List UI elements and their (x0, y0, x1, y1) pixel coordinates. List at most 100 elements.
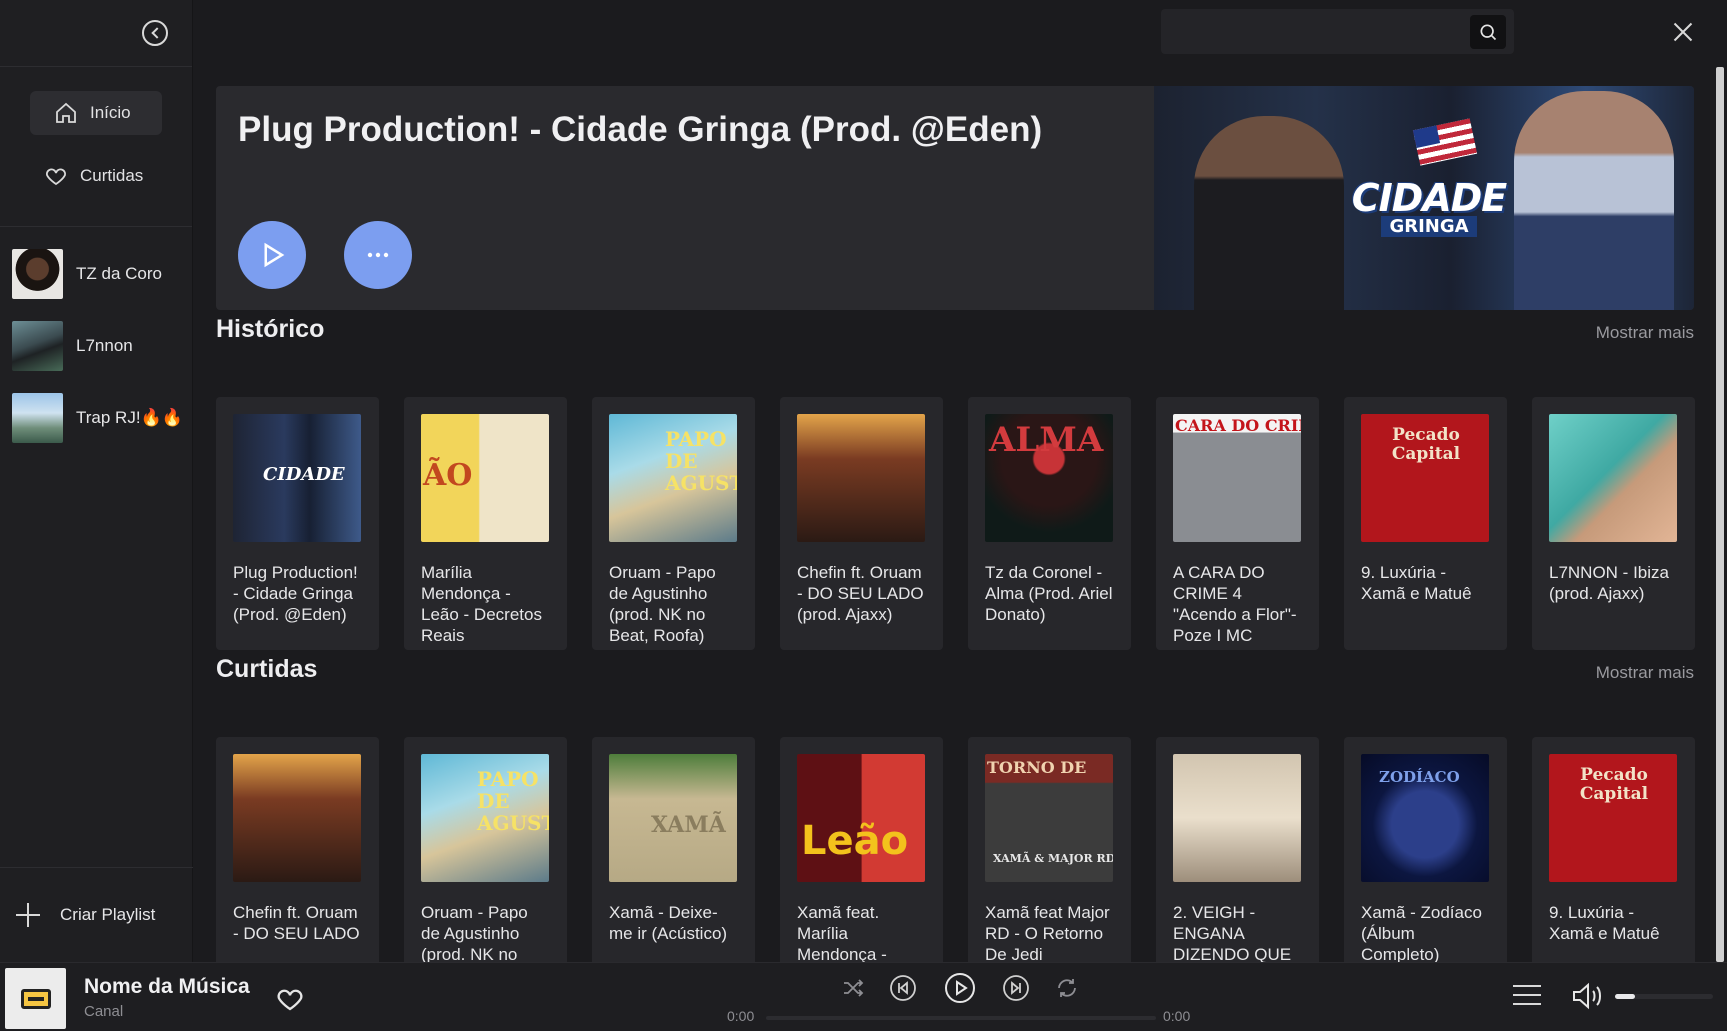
sidebar-artist-l7nnon[interactable]: L7nnon (0, 321, 192, 371)
cover-text: Leão (801, 818, 909, 864)
cover-logo-text: CIDADE (1351, 175, 1507, 220)
shuffle-button[interactable] (838, 973, 868, 1003)
track-card[interactable]: Chefin ft. Oruam - DO SEU LADO (216, 737, 379, 962)
sidebar-item-inicio[interactable]: Início (30, 91, 162, 135)
sidebar-artist-list: TZ da Coro L7nnon Trap RJ!🔥🔥 (0, 227, 192, 443)
sidebar-header (0, 0, 192, 67)
cover-figure (1194, 116, 1344, 310)
historico-header: Histórico Mostrar mais (216, 315, 1694, 355)
time-total: 0:00 (1163, 1008, 1191, 1024)
track-card[interactable]: Pecado Capital 9. Luxúria - Xamã e Matuê (1344, 397, 1507, 650)
track-card[interactable]: ÃO Marília Mendonça - Leão - Decretos Re… (404, 397, 567, 650)
top-bar (193, 0, 1727, 67)
track-card[interactable]: ZODÍACO Xamã - Zodíaco (Álbum Completo) (1344, 737, 1507, 962)
skip-previous-icon (890, 975, 916, 1001)
track-card[interactable]: 2. VEIGH - ENGANA DIZENDO QUE (1156, 737, 1319, 962)
track-title: A CARA DO CRIME 4 "Acendo a Flor"- Poze … (1173, 563, 1297, 645)
track-title: Oruam - Papo de Agustinho (prod. NK no B… (609, 563, 716, 645)
show-more-link[interactable]: Mostrar mais (1596, 663, 1694, 683)
avatar (12, 321, 63, 371)
cover-text: ÃO (423, 458, 473, 493)
scrollbar-thumb[interactable] (1716, 67, 1724, 962)
search-icon (1480, 24, 1497, 41)
track-title: Xamã feat Major RD - O Retorno De Jedi (985, 903, 1110, 962)
main-scrollbar[interactable] (1713, 67, 1727, 962)
track-card[interactable]: ALMA Tz da Coronel - Alma (Prod. Ariel D… (968, 397, 1131, 650)
cover-text: ALMA (989, 420, 1104, 460)
track-title: Xamã feat. Marília Mendonça - (797, 903, 887, 962)
track-cover: CIDADE (233, 414, 361, 542)
volume-slider[interactable] (1615, 994, 1713, 999)
track-cover (1173, 754, 1301, 882)
volume-button[interactable] (1570, 980, 1606, 1012)
track-card[interactable]: Chefin ft. Oruam - DO SEU LADO (prod. Aj… (780, 397, 943, 650)
like-button[interactable] (274, 984, 306, 1014)
search-button[interactable] (1470, 15, 1506, 49)
historico-row: CIDADE Plug Production! - Cidade Gringa … (216, 397, 1695, 650)
track-card[interactable]: CARA DO CRIM A CARA DO CRIME 4 "Acendo a… (1156, 397, 1319, 650)
track-cover (797, 414, 925, 542)
track-card[interactable]: CIDADE Plug Production! - Cidade Gringa … (216, 397, 379, 650)
home-icon (56, 102, 76, 123)
track-card[interactable]: PAPO DE AGUSTIN Oruam - Papo de Agustinh… (404, 737, 567, 962)
repeat-button[interactable] (1052, 973, 1082, 1003)
play-icon (264, 242, 285, 268)
sidebar-item-curtidas[interactable]: Curtidas (30, 154, 162, 198)
track-title: 9. Luxúria - Xamã e Matuê (1549, 903, 1660, 943)
next-button[interactable] (1001, 973, 1031, 1003)
main-content: Plug Production! - Cidade Gringa (Prod. … (193, 67, 1713, 962)
play-button[interactable] (238, 221, 306, 289)
cover-text: Pecado Capital (1391, 425, 1461, 464)
search-input[interactable] (1171, 17, 1451, 47)
track-title: Marília Mendonça - Leão - Decretos Reais (421, 563, 542, 645)
create-playlist-label: Criar Playlist (60, 905, 156, 924)
track-card[interactable]: Leão Xamã feat. Marília Mendonça - (780, 737, 943, 962)
repeat-icon (1058, 979, 1076, 997)
track-title: Xamã - Zodíaco (Álbum Completo) (1361, 903, 1482, 962)
create-playlist-button[interactable]: Criar Playlist (0, 867, 193, 962)
collapse-sidebar-button[interactable] (142, 20, 168, 46)
track-title: Oruam - Papo de Agustinho (prod. NK no (421, 903, 528, 962)
track-cover: XAMÃ (609, 754, 737, 882)
track-card[interactable]: L7NNON - Ibiza (prod. Ajaxx) (1532, 397, 1695, 650)
track-cover: CARA DO CRIM (1173, 414, 1301, 542)
track-card[interactable]: XAMÃ Xamã - Deixe-me ir (Acústico) (592, 737, 755, 962)
sidebar-artist-tz-da-coro[interactable]: TZ da Coro (0, 249, 192, 299)
sidebar-artist-label: L7nnon (76, 336, 133, 355)
track-cover: TORNO DE XAMÃ & MAJOR RD (985, 754, 1113, 882)
more-options-button[interactable] (344, 221, 412, 289)
track-card[interactable]: TORNO DE XAMÃ & MAJOR RD Xamã feat Major… (968, 737, 1131, 962)
close-icon[interactable] (1671, 20, 1695, 44)
track-card[interactable]: PAPO DE AGUSTIN Oruam - Papo de Agustinh… (592, 397, 755, 650)
section-title: Curtidas (216, 655, 318, 683)
menu-icon (1513, 1003, 1541, 1005)
track-title: 2. VEIGH - ENGANA DIZENDO QUE (1173, 903, 1292, 962)
track-cover (1549, 414, 1677, 542)
sidebar-playlist-trap-rj[interactable]: Trap RJ!🔥🔥 (0, 393, 192, 443)
cover-text: CIDADE (263, 464, 345, 485)
queue-button[interactable] (1513, 983, 1541, 1007)
volume-icon (1573, 982, 1601, 1010)
track-cover: PAPO DE AGUSTIN (421, 754, 549, 882)
cover-logo: CIDADE GRINGA (1351, 156, 1507, 256)
avatar (12, 393, 63, 443)
sidebar-artist-label: Trap RJ!🔥🔥 (76, 408, 183, 427)
previous-button[interactable] (888, 973, 918, 1003)
cover-text: Pecado Capital (1579, 765, 1649, 804)
track-title: Tz da Coronel - Alma (Prod. Ariel Donato… (985, 563, 1113, 624)
play-pause-button[interactable] (943, 971, 977, 1005)
play-icon (945, 973, 975, 1003)
track-card[interactable]: Pecado Capital 9. Luxúria - Xamã e Matuê (1532, 737, 1695, 962)
cover-text: XAMÃ & MAJOR RD (993, 852, 1113, 865)
track-cover: Leão (797, 754, 925, 882)
sidebar-nav: Início Curtidas (0, 67, 192, 227)
featured-track: Plug Production! - Cidade Gringa (Prod. … (216, 86, 1694, 310)
track-title: Chefin ft. Oruam - DO SEU LADO (233, 903, 360, 943)
heart-icon (277, 989, 303, 1011)
featured-track-title: Plug Production! - Cidade Gringa (Prod. … (238, 110, 1043, 149)
show-more-link[interactable]: Mostrar mais (1596, 323, 1694, 343)
chevron-left-icon (151, 27, 163, 39)
more-icon (367, 252, 389, 258)
progress-bar[interactable] (766, 1016, 1156, 1020)
cover-text: PAPO DE AGUSTIN (477, 767, 549, 835)
